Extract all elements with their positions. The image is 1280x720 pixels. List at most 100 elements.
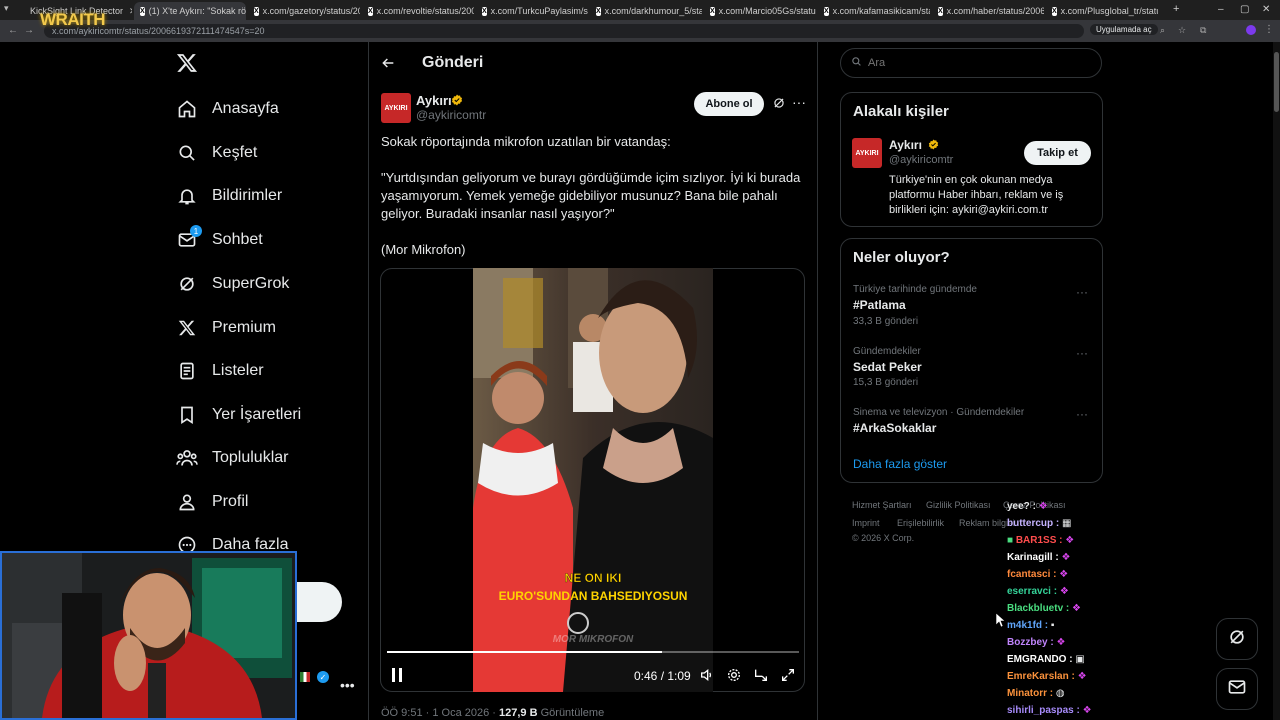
post-more-icon[interactable]: ···	[792, 94, 806, 110]
chat-message: yee? : ❖	[1007, 501, 1048, 512]
chat-message: m4k1fd : ▪	[1007, 620, 1054, 631]
back-arrow-icon[interactable]	[380, 55, 396, 76]
pause-icon[interactable]	[391, 668, 403, 687]
nav-chat[interactable]: 1 Sohbet	[176, 220, 263, 260]
nav-label: SuperGrok	[212, 275, 290, 292]
author-handle[interactable]: @aykiricomtr	[416, 108, 486, 122]
x-favicon: X	[482, 6, 487, 16]
browser-tab-7[interactable]: Xx.com/Marcio05Gs/status/20✕	[704, 2, 816, 20]
grok-fab-button[interactable]	[1216, 618, 1258, 660]
nav-bookmarks[interactable]: Yer İşaretleri	[176, 395, 301, 435]
profile-avatar[interactable]	[1246, 25, 1256, 35]
footer-terms-link[interactable]: Hizmet Şartları	[852, 500, 912, 510]
nav-profile[interactable]: Profil	[176, 482, 248, 522]
maximize-icon[interactable]: ▢	[1240, 4, 1249, 15]
follow-button[interactable]: Takip et	[1024, 141, 1091, 165]
nav-explore[interactable]: Keşfet	[176, 133, 257, 173]
footer-imprint-link[interactable]: Imprint	[852, 518, 880, 528]
badge-icon: ■	[1007, 535, 1014, 546]
footer-privacy-link[interactable]: Gizlilik Politikası	[926, 500, 991, 510]
close-window-icon[interactable]: ✕	[1262, 4, 1270, 15]
messages-fab-button[interactable]	[1216, 668, 1258, 710]
video-frame[interactable]	[473, 268, 713, 692]
emote-icon: ◍	[1055, 688, 1065, 699]
trend-more-icon[interactable]: ···	[1076, 285, 1088, 299]
chat-message: buttercup : ▦	[1007, 518, 1071, 529]
bookmark-icon	[176, 404, 198, 426]
subscribe-button[interactable]: Abone ol	[694, 92, 764, 116]
nav-label: Anasayfa	[212, 100, 279, 117]
author-name[interactable]: Aykırı	[416, 93, 452, 108]
chat-message: Karinagill : ❖	[1007, 552, 1070, 563]
trend-count: 15,3 B gönderi	[853, 377, 919, 388]
settings-gear-icon[interactable]	[726, 667, 742, 688]
back-icon[interactable]: ←	[8, 25, 18, 36]
emote-icon: ▦	[1062, 518, 1072, 529]
account-more-icon[interactable]: •••	[340, 677, 355, 693]
bell-icon	[176, 185, 198, 207]
close-tab-icon[interactable]: ✕	[123, 6, 132, 17]
browser-tab-3[interactable]: Xx.com/gazetory/status/20061✕	[248, 2, 360, 20]
related-handle[interactable]: @aykiricomtr	[889, 154, 953, 166]
post-text-line: "Yurtdışından geliyorum ve burayı gördüğ…	[381, 170, 801, 185]
search-box[interactable]	[840, 48, 1102, 78]
trend-name[interactable]: #Patlama	[853, 298, 906, 312]
tab-list-icon[interactable]: ▾	[4, 3, 9, 14]
x-logo-icon[interactable]	[176, 52, 198, 79]
fullscreen-icon[interactable]	[780, 667, 796, 688]
browser-tab-9[interactable]: Xx.com/haber/status/20067341✕	[932, 2, 1044, 20]
related-avatar[interactable]: AYKIRI	[852, 138, 882, 168]
browser-tab-4[interactable]: Xx.com/revoltie/status/20064✕	[362, 2, 474, 20]
forward-icon[interactable]: →	[24, 25, 34, 36]
related-name[interactable]: Aykırı	[889, 138, 939, 153]
emote-icon: ❖	[1077, 671, 1087, 682]
scrollbar-thumb[interactable]	[1274, 52, 1279, 112]
browser-tab-10[interactable]: Xx.com/Plusglobal_tr/status/20✕	[1046, 2, 1158, 20]
emote-icon: ❖	[1038, 501, 1048, 512]
minimize-icon[interactable]: –	[1218, 4, 1224, 15]
browser-tab-8[interactable]: Xx.com/kafamasikicam/status/✕	[818, 2, 930, 20]
new-tab-icon[interactable]: +	[1173, 3, 1179, 15]
trend-more-icon[interactable]: ···	[1076, 407, 1088, 421]
open-in-app-chip[interactable]: Uygulamada aç	[1090, 24, 1158, 35]
trend-name[interactable]: Sedat Peker	[853, 360, 922, 374]
chat-username: Blackbluetv :	[1007, 603, 1070, 614]
nav-notifications[interactable]: Bildirimler	[176, 176, 282, 216]
video-subtitle: NE ON IKI	[564, 571, 622, 585]
browser-tab-5[interactable]: Xx.com/TurkcuPaylasim/status/✕	[476, 2, 588, 20]
trend-more-icon[interactable]: ···	[1076, 346, 1088, 360]
page-scrollbar[interactable]	[1273, 42, 1280, 720]
chat-message: eserravci : ❖	[1007, 586, 1069, 597]
nav-supergrok[interactable]: SuperGrok	[176, 264, 289, 304]
nav-communities[interactable]: Topluluklar	[176, 438, 288, 478]
zoom-icon[interactable]: ⌕	[1160, 25, 1165, 36]
grok-icon[interactable]	[772, 96, 786, 115]
author-avatar[interactable]: AYKIRI	[381, 93, 411, 123]
url-field[interactable]: x.com/aykiricomtr/status/200661937211147…	[44, 24, 1084, 38]
browser-tab-active[interactable]: X(1) X'te Aykırı: "Sokak röp✕	[134, 2, 246, 20]
chat-message: Blackbluetv : ❖	[1007, 603, 1081, 614]
trend-name[interactable]: #ArkaSokaklar	[853, 421, 936, 435]
menu-kebab-icon[interactable]: ⋮	[1264, 24, 1274, 35]
nav-premium[interactable]: Premium	[176, 308, 276, 348]
flag-icon	[300, 672, 310, 682]
post-text-line: geliyor. Buradaki insanlar nasıl yaşıyor…	[381, 206, 615, 221]
chat-message: EmreKarslan : ❖	[1007, 671, 1087, 682]
notification-badge: 1	[190, 225, 202, 237]
nav-lists[interactable]: Listeler	[176, 351, 264, 391]
people-icon	[176, 447, 198, 469]
search-input[interactable]	[868, 57, 1068, 69]
picture-in-picture-icon[interactable]	[753, 667, 769, 688]
verified-icon: ✓	[317, 671, 329, 683]
extensions-icon[interactable]: ⧉	[1200, 25, 1206, 36]
post-view-label: Görüntüleme	[537, 707, 605, 719]
nav-home[interactable]: Anasayfa	[176, 89, 279, 129]
nav-label: Listeler	[212, 362, 264, 379]
post-text-line: (Mor Mikrofon)	[381, 242, 466, 257]
volume-icon[interactable]	[699, 667, 715, 688]
star-icon[interactable]: ☆	[1178, 25, 1186, 36]
browser-tab-6[interactable]: Xx.com/darkhumour_5/status/✕	[590, 2, 702, 20]
footer-accessibility-link[interactable]: Erişilebilirlik	[897, 518, 944, 528]
show-more-link[interactable]: Daha fazla göster	[853, 457, 947, 471]
chat-message: sihirli_paspas : ❖	[1007, 705, 1092, 716]
